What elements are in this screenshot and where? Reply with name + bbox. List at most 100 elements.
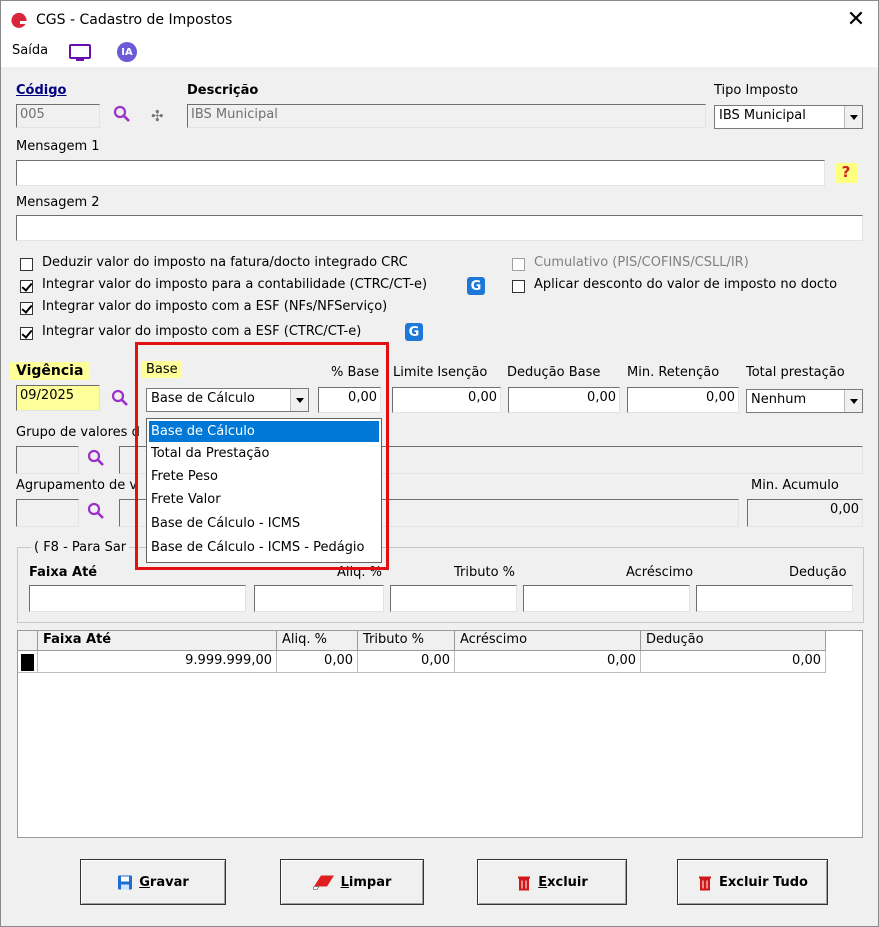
dropdown-option[interactable]: Base de Cálculo - ICMS - Pedágio	[149, 537, 379, 558]
acrescimo-field[interactable]	[523, 585, 690, 612]
column-header[interactable]: Acréscimo	[455, 631, 641, 651]
vigencia-field[interactable]: 09/2025	[16, 385, 100, 411]
tributo-field[interactable]	[390, 585, 517, 612]
dropdown-option[interactable]: Frete Valor	[149, 489, 379, 510]
add-icon[interactable]: ✣	[151, 107, 164, 125]
ia-icon[interactable]: IA	[117, 42, 137, 62]
dropdown-option[interactable]: Total da Prestação	[149, 443, 379, 464]
search-icon[interactable]	[113, 105, 131, 123]
mensagem1-field[interactable]	[16, 160, 825, 186]
search-icon[interactable]	[87, 502, 105, 520]
row-indicator-header	[18, 631, 38, 651]
agrupamento-field[interactable]	[16, 499, 79, 527]
base-dropdown-list[interactable]: Base de Cálculo Total da Prestação Frete…	[146, 418, 382, 563]
base-select[interactable]: Base de Cálculo	[146, 388, 309, 412]
save-icon	[118, 875, 133, 889]
faixa-ate-label: Faixa Até	[29, 565, 98, 580]
checkbox-integrar-esf-ctrc-label: Integrar valor do imposto com a ESF (CTR…	[42, 324, 362, 339]
chevron-down-icon[interactable]	[844, 106, 862, 128]
checkbox-integrar-esf-ctrc[interactable]	[20, 327, 33, 340]
acrescimo-label: Acréscimo	[626, 565, 694, 580]
min-retencao-label: Min. Retenção	[627, 365, 720, 380]
pct-base-field[interactable]: 0,00	[318, 387, 381, 413]
excluir-tudo-button[interactable]: Excluir Tudo	[677, 859, 828, 905]
mensagem2-field[interactable]	[16, 215, 863, 241]
vigencia-label: Vigência	[10, 362, 90, 380]
total-prestacao-value: Nenhum	[751, 392, 807, 407]
search-icon[interactable]	[87, 449, 105, 467]
checkbox-aplicar-desconto[interactable]	[512, 280, 525, 293]
help-icon[interactable]: ?	[835, 163, 857, 183]
close-icon[interactable]: ✕	[843, 7, 869, 32]
g-info-icon[interactable]: G	[405, 323, 423, 341]
window-title: CGS - Cadastro de Impostos	[36, 12, 233, 28]
dropdown-option[interactable]: Base de Cálculo	[149, 421, 379, 442]
checkbox-integrar-esf-nfs[interactable]	[20, 302, 33, 315]
aliq-field[interactable]	[254, 585, 384, 612]
checkbox-integrar-contabilidade-label: Integrar valor do imposto para a contabi…	[42, 277, 428, 292]
search-icon[interactable]	[111, 389, 129, 407]
grupo-valores-field[interactable]	[16, 446, 79, 474]
title-bar: CGS - Cadastro de Impostos ✕	[1, 1, 878, 39]
row-marker-icon	[21, 654, 34, 671]
table-cell[interactable]: 0,00	[641, 651, 826, 673]
excluir-button[interactable]: Excluir	[477, 859, 627, 905]
aliq-label: Aliq. %	[337, 565, 382, 580]
excluir-tudo-label: Excluir Tudo	[718, 874, 808, 890]
total-prestacao-select[interactable]: Nenhum	[746, 389, 863, 413]
g-info-icon[interactable]: G	[467, 277, 485, 295]
column-header[interactable]: Faixa Até	[38, 631, 277, 651]
min-acumulo-field[interactable]: 0,00	[747, 499, 863, 527]
mensagem1-label: Mensagem 1	[16, 139, 100, 154]
mensagem2-label: Mensagem 2	[16, 195, 100, 210]
limite-isencao-field[interactable]: 0,00	[392, 387, 501, 413]
column-header[interactable]: Dedução	[641, 631, 826, 651]
grupo-valores-label: Grupo de valores d	[16, 425, 140, 440]
deducao-base-field[interactable]: 0,00	[508, 387, 620, 413]
checkbox-aplicar-desconto-label: Aplicar desconto do valor de imposto no …	[534, 277, 838, 292]
checkbox-deduzir[interactable]	[20, 258, 33, 271]
deducao-field[interactable]	[696, 585, 853, 612]
dropdown-option[interactable]: Base de Cálculo - ICMS	[149, 513, 379, 534]
pct-base-label: % Base	[331, 365, 380, 380]
checkbox-integrar-contabilidade[interactable]	[20, 280, 33, 293]
descricao-field[interactable]: IBS Municipal	[187, 104, 706, 128]
chevron-down-icon[interactable]	[844, 390, 862, 412]
codigo-field[interactable]: 005	[16, 104, 100, 128]
trash-icon	[518, 876, 531, 890]
column-header[interactable]: Aliq. %	[277, 631, 358, 651]
faixas-table[interactable]: Faixa Até Aliq. % Tributo % Acréscimo De…	[17, 630, 863, 838]
table-cell[interactable]: 0,00	[358, 651, 455, 673]
checkbox-cumulativo[interactable]	[512, 258, 525, 271]
deducao-label: Dedução	[789, 565, 847, 580]
gravar-label: Gravar	[139, 874, 189, 890]
column-header[interactable]: Tributo %	[358, 631, 455, 651]
base-label: Base	[142, 361, 182, 378]
checkbox-cumulativo-label: Cumulativo (PIS/COFINS/CSLL/IR)	[534, 255, 749, 270]
monitor-icon[interactable]	[68, 44, 92, 62]
tipo-imposto-label: Tipo Imposto	[714, 83, 799, 98]
dropdown-option[interactable]: Frete Peso	[149, 466, 379, 487]
table-cell[interactable]: 0,00	[277, 651, 358, 673]
tributo-label: Tributo %	[454, 565, 516, 580]
excluir-label: Excluir	[538, 874, 588, 890]
base-select-value: Base de Cálculo	[151, 391, 255, 406]
row-indicator[interactable]	[18, 651, 38, 673]
eraser-icon	[312, 875, 334, 890]
limpar-button[interactable]: Limpar	[280, 859, 424, 905]
chevron-down-icon[interactable]	[290, 389, 308, 411]
limpar-label: Limpar	[340, 874, 392, 890]
table-cell[interactable]: 9.999.999,00	[38, 651, 277, 673]
total-prestacao-label: Total prestação	[746, 365, 845, 380]
gravar-button[interactable]: Gravar	[80, 859, 226, 905]
faixa-ate-field[interactable]	[29, 585, 246, 612]
checkbox-integrar-esf-nfs-label: Integrar valor do imposto com a ESF (NFs…	[42, 299, 388, 314]
tipo-imposto-select[interactable]: IBS Municipal	[714, 105, 863, 129]
table-cell[interactable]: 0,00	[455, 651, 641, 673]
cgs-logo-icon	[11, 12, 27, 28]
menu-saida[interactable]: Saída	[12, 43, 48, 58]
menu-bar: Saída IA	[1, 39, 878, 67]
min-acumulo-label: Min. Acumulo	[751, 478, 839, 493]
descricao-label: Descrição	[187, 83, 259, 98]
min-retencao-field[interactable]: 0,00	[627, 387, 739, 413]
